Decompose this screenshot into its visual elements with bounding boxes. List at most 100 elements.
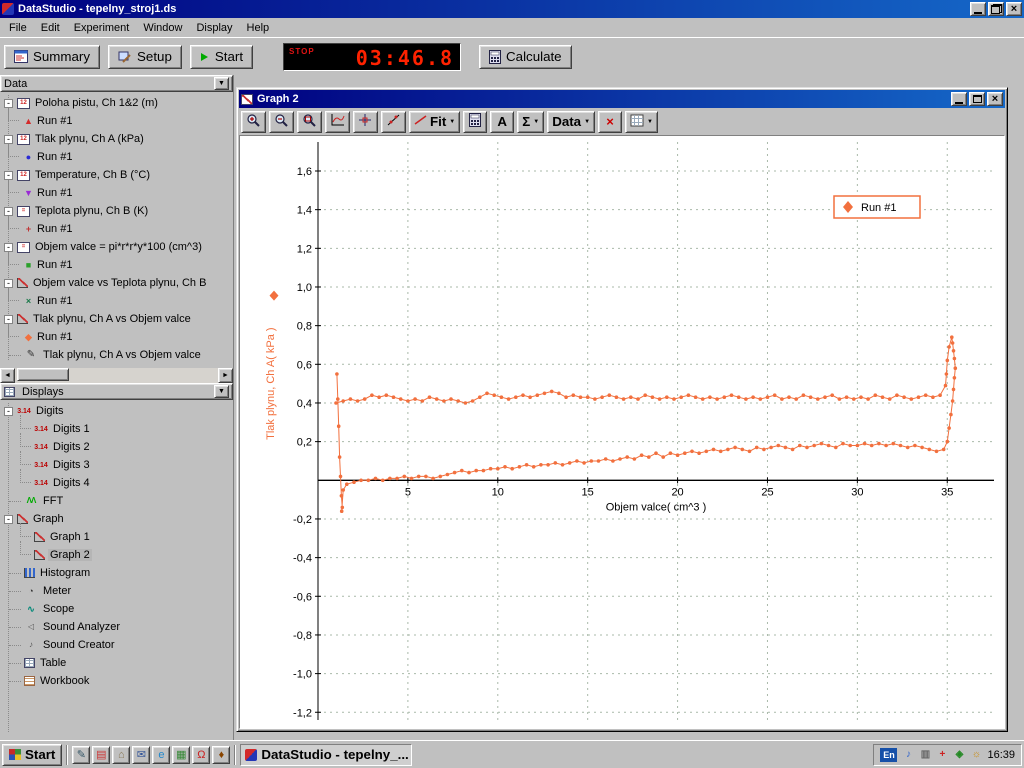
run-item[interactable]: ▲Run #1 — [0, 112, 233, 130]
restore-button[interactable] — [988, 2, 1004, 16]
data-item-tlak-plynu-ch-a-vs-objem-valce[interactable]: ✎Tlak plynu, Ch A vs Objem valce — [0, 346, 233, 364]
start-button[interactable]: Start — [190, 45, 253, 69]
slope-tool-button[interactable] — [381, 111, 406, 133]
displays-panel-header[interactable]: Displays ▼ — [0, 383, 233, 400]
menu-window[interactable]: Window — [136, 20, 189, 36]
menu-edit[interactable]: Edit — [34, 20, 67, 36]
displays-item-workbook[interactable]: Workbook — [0, 672, 233, 690]
tray-antivirus-icon[interactable]: + — [935, 748, 949, 762]
tree-expander[interactable]: - — [4, 171, 13, 180]
data-item-temperature-ch-b-c[interactable]: -12Temperature, Ch B (°C) — [0, 166, 233, 184]
zoom-out-button[interactable] — [269, 111, 294, 133]
displays-item-digits-2[interactable]: 3.14Digits 2 — [0, 438, 233, 456]
quicklaunch-icon-5[interactable]: e — [152, 746, 170, 764]
zoom-select-button[interactable] — [297, 111, 322, 133]
tree-expander[interactable]: - — [4, 207, 13, 216]
tray-power-icon[interactable]: ☼ — [969, 748, 983, 762]
tray-volume-icon[interactable]: ♪ — [901, 748, 915, 762]
summary-button[interactable]: Summary — [4, 45, 100, 69]
displays-item-digits-1[interactable]: 3.14Digits 1 — [0, 420, 233, 438]
quicklaunch-icon-3[interactable]: ⌂ — [112, 746, 130, 764]
tree-expander[interactable]: - — [4, 515, 13, 524]
run-item[interactable]: +Run #1 — [0, 220, 233, 238]
tray-scheduler-icon[interactable]: ◈ — [952, 748, 966, 762]
displays-item-digits[interactable]: -3.14Digits — [0, 402, 233, 420]
data-item-tlak-plynu-ch-a-vs-objem-valce[interactable]: -Tlak plynu, Ch A vs Objem valce — [0, 310, 233, 328]
menu-file[interactable]: File — [2, 20, 34, 36]
displays-item-sound-analyzer[interactable]: ◁Sound Analyzer — [0, 618, 233, 636]
data-item-poloha-pistu-ch-1-2-m[interactable]: -12Poloha pistu, Ch 1&2 (m) — [0, 94, 233, 112]
menu-experiment[interactable]: Experiment — [67, 20, 137, 36]
close-button[interactable]: × — [1006, 2, 1022, 16]
quicklaunch-icon-4[interactable]: ✉ — [132, 746, 150, 764]
legend[interactable]: Run #1 — [834, 196, 920, 218]
run-item[interactable]: ◆Run #1 — [0, 328, 233, 346]
quicklaunch-icon-8[interactable]: ♦ — [212, 746, 230, 764]
displays-item-meter[interactable]: ◔Meter — [0, 582, 233, 600]
start-menu-button[interactable]: Start — [2, 744, 62, 766]
data-item-objem-valce-pi-r-r-y-100-cm-3[interactable]: -=Objem valce = pi*r*r*y*100 (cm^3) — [0, 238, 233, 256]
menu-help[interactable]: Help — [240, 20, 277, 36]
displays-item-graph-1[interactable]: Graph 1 — [0, 528, 233, 546]
tree-expander[interactable]: - — [4, 135, 13, 144]
displays-item-digits-3[interactable]: 3.14Digits 3 — [0, 456, 233, 474]
displays-panel-dropdown-button[interactable]: ▼ — [214, 385, 229, 398]
graph-window-titlebar[interactable]: Graph 2 × — [239, 90, 1005, 108]
taskbar-clock[interactable]: 16:39 — [987, 749, 1015, 761]
zoom-in-button[interactable] — [241, 111, 266, 133]
language-indicator[interactable]: En — [880, 748, 897, 762]
data-panel-header[interactable]: Data ▼ — [0, 75, 233, 92]
task-button-datastudio[interactable]: DataStudio - tepelny_... — [240, 744, 412, 766]
tree-expander[interactable]: - — [4, 315, 13, 324]
graph-maximize-button[interactable] — [969, 92, 985, 106]
tree-expander[interactable]: - — [4, 243, 13, 252]
tray-display-icon[interactable]: ▥ — [918, 748, 932, 762]
text-annotation-button[interactable]: A — [490, 111, 514, 133]
data-item-objem-valce-vs-teplota-plynu-ch-b[interactable]: -Objem valce vs Teplota plynu, Ch B — [0, 274, 233, 292]
statistics-button[interactable]: Σ▼ — [517, 111, 544, 133]
data-item-teplota-plynu-ch-b-k[interactable]: -=Teplota plynu, Ch B (K) — [0, 202, 233, 220]
quicklaunch-icon-7[interactable]: Ω — [192, 746, 210, 764]
calculate-button[interactable]: Calculate — [479, 45, 572, 69]
tree-expander[interactable]: - — [4, 279, 13, 288]
minimize-button[interactable] — [970, 2, 986, 16]
displays-item-scope[interactable]: ∿Scope — [0, 600, 233, 618]
quicklaunch-icon-2[interactable]: ▤ — [92, 746, 110, 764]
setup-button[interactable]: Setup — [108, 45, 182, 69]
hscroll-left-button[interactable]: ◄ — [0, 368, 15, 383]
tree-expander[interactable]: - — [4, 407, 13, 416]
calculator-button[interactable] — [463, 111, 487, 133]
graph-canvas[interactable]: 1,61,41,21,00,80,60,40,2-0,2-0,4-0,6-0,8… — [240, 136, 1004, 728]
remove-button[interactable]: × — [598, 111, 622, 133]
displays-item-histogram[interactable]: Histogram — [0, 564, 233, 582]
scale-to-fit-button[interactable] — [325, 111, 350, 133]
displays-item-fft[interactable]: ΛΛFFT — [0, 492, 233, 510]
tree-expander[interactable]: - — [4, 99, 13, 108]
displays-item-graph[interactable]: -Graph — [0, 510, 233, 528]
run-item[interactable]: ●Run #1 — [0, 148, 233, 166]
graph-close-button[interactable]: × — [987, 92, 1003, 106]
displays-item-graph-2[interactable]: Graph 2 — [0, 546, 233, 564]
data-menu-button[interactable]: Data▼ — [547, 111, 595, 133]
menu-display[interactable]: Display — [189, 20, 239, 36]
displays-item-table[interactable]: Table — [0, 654, 233, 672]
titlebar[interactable]: DataStudio - tepelny_stroj1.ds × — [0, 0, 1024, 18]
plot-area[interactable]: 1,61,41,21,00,80,60,40,2-0,2-0,4-0,6-0,8… — [239, 135, 1005, 729]
data-tree-hscrollbar[interactable]: ◄ ► — [0, 368, 233, 383]
hscroll-track[interactable] — [15, 368, 218, 383]
settings-button[interactable]: ▼ — [625, 111, 658, 133]
smart-tool-button[interactable] — [353, 111, 378, 133]
data-item-tlak-plynu-ch-a-kpa[interactable]: -12Tlak plynu, Ch A (kPa) — [0, 130, 233, 148]
hscroll-right-button[interactable]: ► — [218, 368, 233, 383]
data-panel-dropdown-button[interactable]: ▼ — [214, 77, 229, 90]
displays-item-sound-creator[interactable]: ♪Sound Creator — [0, 636, 233, 654]
quicklaunch-icon-1[interactable]: ✎ — [72, 746, 90, 764]
run-item[interactable]: ×Run #1 — [0, 292, 233, 310]
fit-menu-button[interactable]: Fit▼ — [409, 111, 460, 133]
displays-item-digits-4[interactable]: 3.14Digits 4 — [0, 474, 233, 492]
hscroll-thumb[interactable] — [17, 368, 69, 381]
run-item[interactable]: ■Run #1 — [0, 256, 233, 274]
graph-minimize-button[interactable] — [951, 92, 967, 106]
quicklaunch-icon-6[interactable]: ▦ — [172, 746, 190, 764]
run-item[interactable]: ▼Run #1 — [0, 184, 233, 202]
